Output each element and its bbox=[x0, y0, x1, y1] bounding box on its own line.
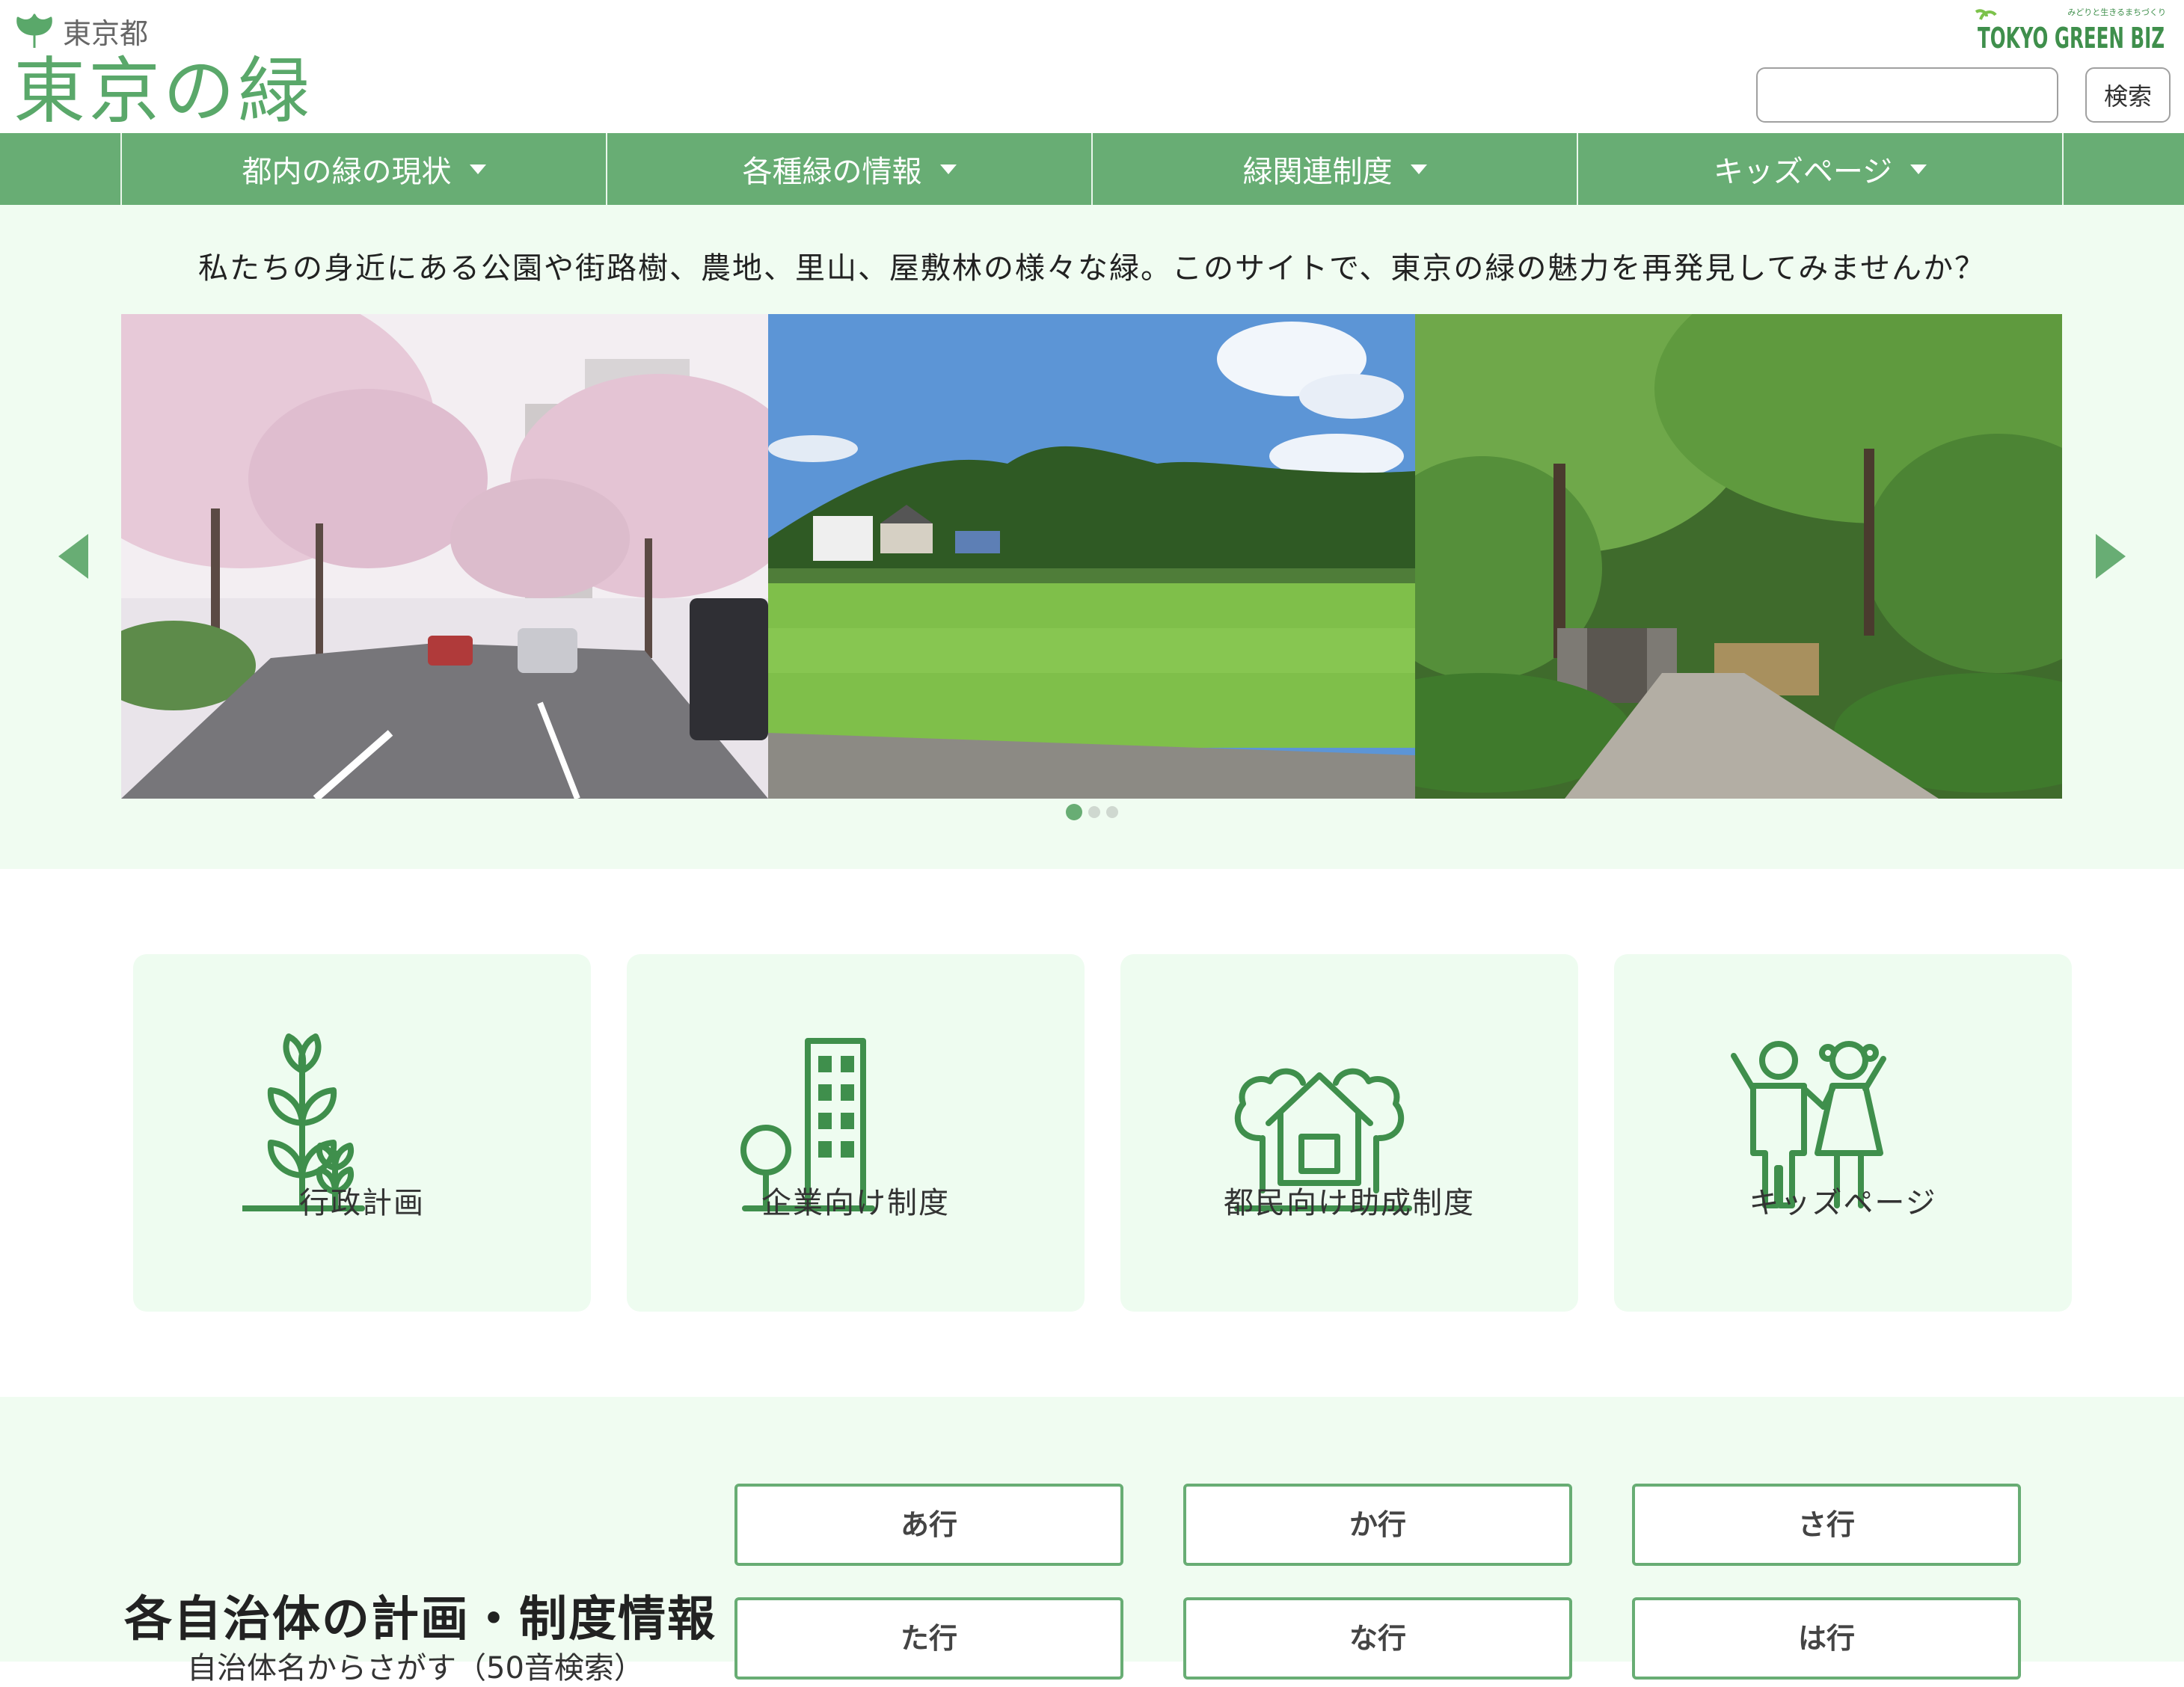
card-resident-subsidies[interactable]: 都民向け助成制度 bbox=[1120, 954, 1578, 1312]
caret-down-icon bbox=[939, 164, 957, 174]
card-label: 行政計画 bbox=[299, 1186, 425, 1220]
forest-path-image bbox=[1415, 314, 2062, 799]
slide-forest-path[interactable] bbox=[1415, 314, 2062, 799]
municipality-section: 各自治体の計画・制度情報 自治体名からさがす（50音検索） あ行 か行 さ行 た… bbox=[0, 1397, 2184, 1686]
card-corporate-systems[interactable]: 企業向け制度 bbox=[627, 954, 1085, 1312]
slide-rice-field[interactable] bbox=[768, 314, 1415, 799]
image-carousel[interactable] bbox=[121, 314, 2063, 799]
kana-row-ka-button[interactable]: か行 bbox=[1183, 1484, 1572, 1566]
search-input[interactable] bbox=[1756, 67, 2058, 123]
card-label: キッズページ bbox=[1749, 1186, 1937, 1220]
kana-row-ha-button[interactable]: は行 bbox=[1632, 1597, 2021, 1680]
site-title[interactable]: 東京の緑 bbox=[13, 52, 313, 132]
rice-field-image bbox=[768, 314, 1415, 799]
caret-down-icon bbox=[1410, 164, 1427, 174]
slide-cherry-blossom-street[interactable] bbox=[121, 314, 768, 799]
card-admin-plans[interactable]: 行政計画 bbox=[133, 954, 591, 1312]
card-label: 企業向け制度 bbox=[761, 1186, 950, 1220]
kana-row-na-button[interactable]: な行 bbox=[1183, 1597, 1572, 1680]
tokyo-green-biz-logo[interactable]: みどりと生きるまちづくり TOKYO GREEN BIZ bbox=[1970, 4, 2172, 54]
biz-logo-text: TOKYO GREEN BIZ bbox=[1978, 22, 2165, 54]
carousel-next-arrow-icon[interactable] bbox=[2096, 534, 2126, 579]
biz-logo-tagline: みどりと生きるまちづくり bbox=[2067, 7, 2166, 17]
main-nav: 都内の緑の現状 各種緑の情報 緑関連制度 キッズページ bbox=[0, 133, 2184, 205]
search-button[interactable]: 検索 bbox=[2085, 67, 2171, 123]
carousel-dot-2[interactable] bbox=[1088, 806, 1100, 818]
nav-item-label: 各種緑の情報 bbox=[742, 155, 922, 189]
kana-row-sa-button[interactable]: さ行 bbox=[1632, 1484, 2021, 1566]
intro-text: 私たちの身近にある公園や街路樹、農地、里山、屋敷林の様々な緑。このサイトで、東京… bbox=[198, 251, 1986, 286]
cherry-blossom-street-image bbox=[121, 314, 768, 799]
nav-item-label: 緑関連制度 bbox=[1242, 155, 1393, 189]
caret-down-icon bbox=[469, 164, 486, 174]
card-kids-page[interactable]: キッズページ bbox=[1614, 954, 2072, 1312]
nav-item-green-systems[interactable]: 緑関連制度 bbox=[1093, 133, 1578, 205]
card-label: 都民向け助成制度 bbox=[1224, 1186, 1475, 1220]
hero-section: 私たちの身近にある公園や街路樹、農地、里山、屋敷林の様々な緑。このサイトで、東京… bbox=[0, 205, 2184, 869]
nav-item-label: 都内の緑の現状 bbox=[242, 155, 452, 189]
kana-row-ta-button[interactable]: た行 bbox=[734, 1597, 1123, 1680]
carousel-prev-arrow-icon[interactable] bbox=[58, 534, 88, 579]
carousel-dot-3[interactable] bbox=[1106, 806, 1118, 818]
tokyo-gov-logo[interactable]: 東京都 bbox=[15, 10, 148, 52]
nav-item-current-status[interactable]: 都内の緑の現状 bbox=[122, 133, 607, 205]
municipality-subtitle: 自治体名からさがす（50音検索） bbox=[187, 1651, 644, 1686]
tokyo-gov-label: 東京都 bbox=[63, 17, 149, 50]
nav-item-green-info[interactable]: 各種緑の情報 bbox=[607, 133, 1093, 205]
nav-item-label: キッズページ bbox=[1713, 155, 1893, 189]
kana-row-a-button[interactable]: あ行 bbox=[734, 1484, 1123, 1566]
carousel-dot-1[interactable] bbox=[1066, 804, 1082, 820]
caret-down-icon bbox=[1910, 164, 1927, 174]
nav-item-kids-page[interactable]: キッズページ bbox=[1578, 133, 2064, 205]
ginkgo-leaf-icon bbox=[16, 13, 52, 48]
carousel-dots bbox=[0, 804, 2184, 820]
municipality-title: 各自治体の計画・制度情報 bbox=[124, 1592, 717, 1647]
